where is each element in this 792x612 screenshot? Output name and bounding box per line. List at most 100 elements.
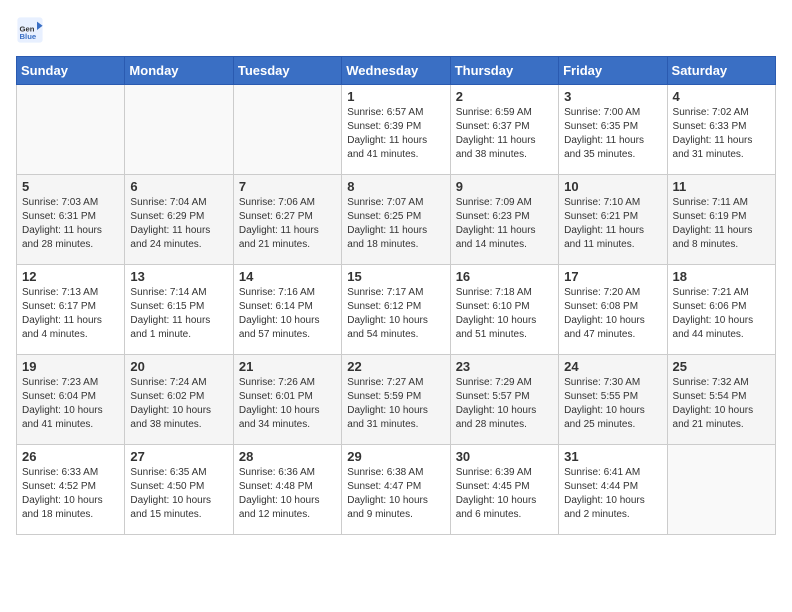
calendar-cell: 29 Sunrise: 6:38 AM Sunset: 4:47 PM Dayli…	[342, 445, 450, 535]
day-number: 12	[22, 269, 119, 284]
day-info: Sunrise: 7:02 AM Sunset: 6:33 PM Dayligh…	[673, 106, 770, 162]
day-number: 16	[456, 269, 553, 284]
day-info: Sunrise: 7:23 AM Sunset: 6:04 PM Dayligh…	[22, 376, 119, 432]
calendar-cell: 5 Sunrise: 7:03 AM Sunset: 6:31 PM Daylig…	[17, 175, 125, 265]
day-number: 3	[564, 89, 661, 104]
day-number: 4	[673, 89, 770, 104]
day-info: Sunrise: 7:27 AM Sunset: 5:59 PM Dayligh…	[347, 376, 444, 432]
calendar-cell: 2 Sunrise: 6:59 AM Sunset: 6:37 PM Daylig…	[450, 85, 558, 175]
day-info: Sunrise: 6:39 AM Sunset: 4:45 PM Dayligh…	[456, 466, 553, 522]
calendar-cell: 4 Sunrise: 7:02 AM Sunset: 6:33 PM Daylig…	[667, 85, 775, 175]
day-info: Sunrise: 6:36 AM Sunset: 4:48 PM Dayligh…	[239, 466, 336, 522]
day-info: Sunrise: 7:16 AM Sunset: 6:14 PM Dayligh…	[239, 286, 336, 342]
calendar-cell: 16 Sunrise: 7:18 AM Sunset: 6:10 PM Dayli…	[450, 265, 558, 355]
day-info: Sunrise: 7:00 AM Sunset: 6:35 PM Dayligh…	[564, 106, 661, 162]
calendar-cell: 15Sunrise: 7:17 AM Sunset: 6:12 PM Dayli…	[342, 265, 450, 355]
day-number: 13	[130, 269, 227, 284]
svg-text:Blue: Blue	[20, 32, 37, 41]
calendar-cell: 3 Sunrise: 7:00 AM Sunset: 6:35 PM Daylig…	[559, 85, 667, 175]
calendar-cell	[125, 85, 233, 175]
day-info: Sunrise: 6:41 AM Sunset: 4:44 PM Dayligh…	[564, 466, 661, 522]
logo: Gen Blue	[16, 16, 48, 44]
day-info: Sunrise: 7:11 AM Sunset: 6:19 PM Dayligh…	[673, 196, 770, 252]
day-info: Sunrise: 7:18 AM Sunset: 6:10 PM Dayligh…	[456, 286, 553, 342]
calendar-table: SundayMondayTuesdayWednesdayThursdayFrid…	[16, 56, 776, 535]
calendar-cell: 30 Sunrise: 6:39 AM Sunset: 4:45 PM Dayli…	[450, 445, 558, 535]
calendar-cell: 19 Sunrise: 7:23 AM Sunset: 6:04 PM Dayli…	[17, 355, 125, 445]
calendar-cell	[667, 445, 775, 535]
day-info: Sunrise: 7:13 AM Sunset: 6:17 PM Dayligh…	[22, 286, 119, 342]
day-header-friday: Friday	[559, 57, 667, 85]
calendar-cell: 8 Sunrise: 7:07 AM Sunset: 6:25 PM Daylig…	[342, 175, 450, 265]
calendar-cell: 31Sunrise: 6:41 AM Sunset: 4:44 PM Dayli…	[559, 445, 667, 535]
calendar-cell: 13Sunrise: 7:14 AM Sunset: 6:15 PM Dayli…	[125, 265, 233, 355]
calendar-cell: 21Sunrise: 7:26 AM Sunset: 6:01 PM Dayli…	[233, 355, 341, 445]
day-number: 11	[673, 179, 770, 194]
calendar-cell: 26Sunrise: 6:33 AM Sunset: 4:52 PM Dayli…	[17, 445, 125, 535]
week-row-5: 26Sunrise: 6:33 AM Sunset: 4:52 PM Dayli…	[17, 445, 776, 535]
calendar-cell: 20 Sunrise: 7:24 AM Sunset: 6:02 PM Dayli…	[125, 355, 233, 445]
day-info: Sunrise: 7:29 AM Sunset: 5:57 PM Dayligh…	[456, 376, 553, 432]
day-number: 10	[564, 179, 661, 194]
day-info: Sunrise: 7:09 AM Sunset: 6:23 PM Dayligh…	[456, 196, 553, 252]
day-info: Sunrise: 6:38 AM Sunset: 4:47 PM Dayligh…	[347, 466, 444, 522]
day-info: Sunrise: 7:30 AM Sunset: 5:55 PM Dayligh…	[564, 376, 661, 432]
day-info: Sunrise: 7:24 AM Sunset: 6:02 PM Dayligh…	[130, 376, 227, 432]
day-number: 27	[130, 449, 227, 464]
day-number: 8	[347, 179, 444, 194]
day-number: 15	[347, 269, 444, 284]
calendar-cell: 23 Sunrise: 7:29 AM Sunset: 5:57 PM Dayli…	[450, 355, 558, 445]
day-number: 29	[347, 449, 444, 464]
page-header: Gen Blue	[16, 16, 776, 44]
calendar-cell: 10 Sunrise: 7:10 AM Sunset: 6:21 PM Dayli…	[559, 175, 667, 265]
calendar-cell	[233, 85, 341, 175]
day-info: Sunrise: 7:03 AM Sunset: 6:31 PM Dayligh…	[22, 196, 119, 252]
day-number: 20	[130, 359, 227, 374]
day-header-tuesday: Tuesday	[233, 57, 341, 85]
day-number: 5	[22, 179, 119, 194]
day-header-saturday: Saturday	[667, 57, 775, 85]
day-info: Sunrise: 6:57 AM Sunset: 6:39 PM Dayligh…	[347, 106, 444, 162]
day-header-wednesday: Wednesday	[342, 57, 450, 85]
week-row-2: 5 Sunrise: 7:03 AM Sunset: 6:31 PM Daylig…	[17, 175, 776, 265]
calendar-cell: 9 Sunrise: 7:09 AM Sunset: 6:23 PM Daylig…	[450, 175, 558, 265]
calendar-cell: 28 Sunrise: 6:36 AM Sunset: 4:48 PM Dayli…	[233, 445, 341, 535]
day-info: Sunrise: 7:10 AM Sunset: 6:21 PM Dayligh…	[564, 196, 661, 252]
day-number: 30	[456, 449, 553, 464]
day-header-thursday: Thursday	[450, 57, 558, 85]
calendar-cell: 24 Sunrise: 7:30 AM Sunset: 5:55 PM Dayli…	[559, 355, 667, 445]
calendar-cell: 17 Sunrise: 7:20 AM Sunset: 6:08 PM Dayli…	[559, 265, 667, 355]
day-info: Sunrise: 7:20 AM Sunset: 6:08 PM Dayligh…	[564, 286, 661, 342]
day-number: 17	[564, 269, 661, 284]
day-number: 19	[22, 359, 119, 374]
day-number: 14	[239, 269, 336, 284]
calendar-cell: 11 Sunrise: 7:11 AM Sunset: 6:19 PM Dayli…	[667, 175, 775, 265]
day-number: 21	[239, 359, 336, 374]
day-info: Sunrise: 7:07 AM Sunset: 6:25 PM Dayligh…	[347, 196, 444, 252]
calendar-cell	[17, 85, 125, 175]
calendar-cell: 6 Sunrise: 7:04 AM Sunset: 6:29 PM Daylig…	[125, 175, 233, 265]
day-number: 23	[456, 359, 553, 374]
day-number: 28	[239, 449, 336, 464]
calendar-cell: 18 Sunrise: 7:21 AM Sunset: 6:06 PM Dayli…	[667, 265, 775, 355]
day-number: 6	[130, 179, 227, 194]
day-number: 24	[564, 359, 661, 374]
day-number: 25	[673, 359, 770, 374]
day-info: Sunrise: 7:06 AM Sunset: 6:27 PM Dayligh…	[239, 196, 336, 252]
day-number: 26	[22, 449, 119, 464]
day-header-monday: Monday	[125, 57, 233, 85]
calendar-cell: 27Sunrise: 6:35 AM Sunset: 4:50 PM Dayli…	[125, 445, 233, 535]
week-row-1: 1 Sunrise: 6:57 AM Sunset: 6:39 PM Daylig…	[17, 85, 776, 175]
day-header-sunday: Sunday	[17, 57, 125, 85]
day-info: Sunrise: 7:21 AM Sunset: 6:06 PM Dayligh…	[673, 286, 770, 342]
calendar-cell: 1 Sunrise: 6:57 AM Sunset: 6:39 PM Daylig…	[342, 85, 450, 175]
day-number: 9	[456, 179, 553, 194]
week-row-4: 19 Sunrise: 7:23 AM Sunset: 6:04 PM Dayli…	[17, 355, 776, 445]
day-number: 18	[673, 269, 770, 284]
day-number: 2	[456, 89, 553, 104]
day-info: Sunrise: 7:04 AM Sunset: 6:29 PM Dayligh…	[130, 196, 227, 252]
week-row-3: 12 Sunrise: 7:13 AM Sunset: 6:17 PM Dayli…	[17, 265, 776, 355]
day-number: 7	[239, 179, 336, 194]
day-number: 1	[347, 89, 444, 104]
day-info: Sunrise: 6:59 AM Sunset: 6:37 PM Dayligh…	[456, 106, 553, 162]
